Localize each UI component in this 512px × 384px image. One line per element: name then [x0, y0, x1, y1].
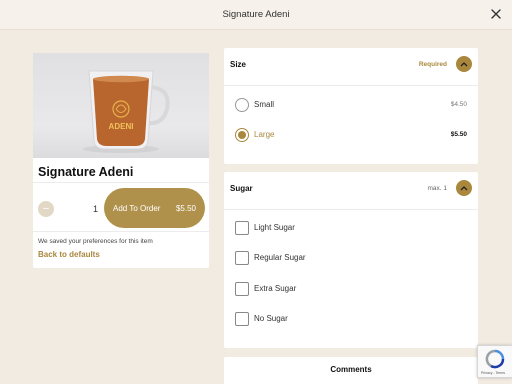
- divider: [33, 231, 209, 232]
- recaptcha-badge[interactable]: Privacy - Terms: [477, 345, 512, 378]
- option-price: $4.50: [450, 101, 467, 108]
- comments-title: Comments: [330, 365, 372, 374]
- option-label: Large: [254, 130, 275, 139]
- product-name: Signature Adeni: [38, 165, 134, 179]
- sugar-option-light[interactable]: Light Sugar: [224, 214, 478, 242]
- modal-title: Signature Adeni: [222, 9, 290, 20]
- back-to-defaults-link[interactable]: Back to defaults: [38, 250, 100, 259]
- tea-cup-illustration: ADENI: [83, 70, 170, 153]
- option-label: Extra Sugar: [254, 284, 297, 293]
- chevron-up-icon[interactable]: [456, 180, 472, 196]
- add-to-order-price: $5.50: [175, 204, 196, 213]
- size-option-small[interactable]: Small $4.50: [224, 91, 478, 119]
- modal-header: Signature Adeni: [0, 0, 512, 30]
- option-label: Small: [254, 100, 275, 109]
- size-option-large[interactable]: Large $5.50: [224, 121, 478, 149]
- radio-button[interactable]: [235, 98, 249, 112]
- checkbox[interactable]: [235, 282, 249, 296]
- recaptcha-links[interactable]: Privacy - Terms: [481, 371, 505, 375]
- decrease-quantity-button[interactable]: −: [38, 201, 54, 217]
- add-to-order-button[interactable]: Add To Order $5.50: [104, 188, 205, 228]
- add-to-order-label: Add To Order: [113, 204, 161, 213]
- chevron-up-icon[interactable]: [456, 56, 472, 72]
- close-icon[interactable]: [490, 8, 502, 20]
- max-count-badge: max. 1: [427, 185, 447, 192]
- product-image: ADENI: [33, 53, 209, 158]
- option-label: Light Sugar: [254, 223, 295, 232]
- checkbox[interactable]: [235, 312, 249, 326]
- cup-logo-text: ADENI: [109, 122, 134, 131]
- option-label: Regular Sugar: [254, 253, 306, 262]
- size-title: Size: [230, 60, 247, 69]
- required-badge: Required: [418, 61, 447, 68]
- product-card: ADENI Signature Adeni − 1 + Add To Order…: [33, 53, 209, 268]
- sugar-option-none[interactable]: No Sugar: [224, 305, 478, 333]
- size-panel-header[interactable]: Size Required: [224, 48, 478, 86]
- checkbox[interactable]: [235, 221, 249, 235]
- size-panel: Size Required Small $4.50 Large $5.50: [224, 48, 478, 164]
- comments-panel[interactable]: Comments: [224, 357, 478, 384]
- sugar-panel: Sugar max. 1 Light Sugar Regular Sugar E…: [224, 172, 478, 348]
- saved-preferences-note: We saved your preferences for this item: [38, 238, 153, 245]
- recaptcha-icon: [485, 349, 505, 369]
- sugar-panel-header[interactable]: Sugar max. 1: [224, 172, 478, 210]
- option-label: No Sugar: [254, 314, 288, 323]
- quantity-value: 1: [93, 204, 99, 214]
- option-price: $5.50: [450, 131, 467, 138]
- radio-button-selected[interactable]: [235, 128, 249, 142]
- divider: [33, 182, 209, 183]
- sugar-option-extra[interactable]: Extra Sugar: [224, 275, 478, 303]
- sugar-option-regular[interactable]: Regular Sugar: [224, 244, 478, 272]
- sugar-title: Sugar: [230, 184, 253, 193]
- checkbox[interactable]: [235, 251, 249, 265]
